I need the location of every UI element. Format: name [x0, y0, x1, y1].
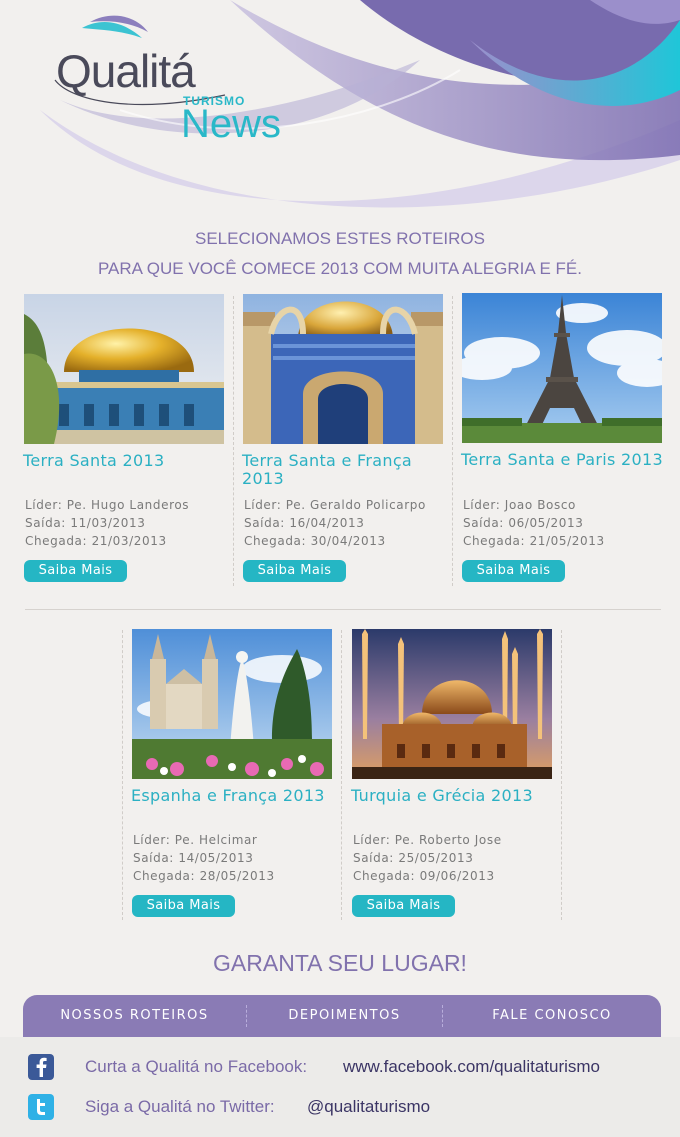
- wave-decoration: [40, 0, 680, 208]
- trip-card: Espanha e França 2013 Líder: Pe. Helcima…: [131, 629, 342, 917]
- call-to-action: GARANTA SEU LUGAR!: [213, 950, 467, 976]
- footer: [0, 1037, 680, 1137]
- trip-leader: Líder: Pe. Geraldo Policarpo: [244, 498, 426, 512]
- eiffel-tower-photo[interactable]: [462, 293, 662, 443]
- trip-departure: Saída: 16/04/2013: [244, 516, 365, 530]
- intro-line-1: SELECIONAMOS ESTES ROTEIROS: [194, 229, 485, 248]
- trip-leader: Líder: Pe. Helcimar: [133, 833, 258, 847]
- saiba-mais-button[interactable]: Saiba Mais: [462, 560, 565, 582]
- dome-arches-photo[interactable]: [243, 294, 443, 444]
- trip-leader: Líder: Joao Bosco: [463, 498, 576, 512]
- saiba-mais-button[interactable]: Saiba Mais: [24, 560, 127, 582]
- newsletter-title: News: [181, 102, 282, 146]
- trip-departure: Saída: 11/03/2013: [25, 516, 146, 530]
- header-banner: Qualitá TURISMO News: [0, 0, 680, 215]
- trip-arrival: Chegada: 09/06/2013: [353, 869, 495, 883]
- facebook-icon[interactable]: [28, 1054, 54, 1080]
- card-divider: [122, 630, 123, 920]
- trip-card: Terra Santa 2013 Líder: Pe. Hugo Landero…: [23, 294, 234, 582]
- trip-leader: Líder: Pe. Roberto Jose: [353, 833, 502, 847]
- trip-departure: Saída: 06/05/2013: [463, 516, 584, 530]
- facebook-label: Curta a Qualitá no Facebook:: [85, 1057, 308, 1076]
- saiba-mais-button[interactable]: Saiba Mais: [352, 895, 455, 917]
- intro-line-2: PARA QUE VOCÊ COMECE 2013 COM MUITA ALEG…: [97, 259, 582, 278]
- trip-title: Terra Santa e Paris 2013: [461, 450, 663, 469]
- twitter-label: Siga a Qualitá no Twitter:: [85, 1097, 275, 1116]
- brand-logo-name: Qualitá: [56, 45, 196, 97]
- facebook-row: Curta a Qualitá no Facebook: www.faceboo…: [28, 1054, 668, 1080]
- twitter-icon[interactable]: [28, 1094, 54, 1120]
- medjugorje-church-photo[interactable]: [132, 629, 332, 779]
- dome-of-the-rock-photo[interactable]: [24, 294, 224, 444]
- trip-title: Terra Santa e França 2013: [242, 451, 413, 488]
- nav-link-contato[interactable]: FALE CONOSCO: [443, 995, 661, 1037]
- facebook-link[interactable]: www.facebook.com/qualitaturismo: [343, 1057, 600, 1077]
- nav-link-roteiros[interactable]: NOSSOS ROTEIROS: [23, 995, 246, 1037]
- trip-card: Terra Santa e França 2013 Líder: Pe. Ger…: [242, 294, 453, 582]
- blue-mosque-photo[interactable]: [352, 629, 552, 779]
- trip-arrival: Chegada: 28/05/2013: [133, 869, 275, 883]
- section-divider: [25, 609, 661, 610]
- trip-arrival: Chegada: 21/05/2013: [463, 534, 605, 548]
- trip-title: Espanha e França 2013: [131, 786, 325, 805]
- nav-bar: NOSSOS ROTEIROS DEPOIMENTOS FALE CONOSCO: [23, 995, 661, 1037]
- twitter-handle[interactable]: @qualitaturismo: [307, 1097, 430, 1117]
- trip-title: Turquia e Grécia 2013: [351, 786, 533, 805]
- trip-arrival: Chegada: 21/03/2013: [25, 534, 167, 548]
- saiba-mais-button[interactable]: Saiba Mais: [243, 560, 346, 582]
- logo-swoosh-icon: [82, 15, 148, 38]
- trip-card: Turquia e Grécia 2013 Líder: Pe. Roberto…: [351, 629, 562, 917]
- trip-arrival: Chegada: 30/04/2013: [244, 534, 386, 548]
- trip-departure: Saída: 25/05/2013: [353, 851, 474, 865]
- trip-title: Terra Santa 2013: [23, 451, 165, 470]
- trip-departure: Saída: 14/05/2013: [133, 851, 254, 865]
- saiba-mais-button[interactable]: Saiba Mais: [132, 895, 235, 917]
- nav-link-depoimentos[interactable]: DEPOIMENTOS: [247, 995, 442, 1037]
- twitter-row: Siga a Qualitá no Twitter: @qualitaturis…: [28, 1094, 668, 1120]
- trip-leader: Líder: Pe. Hugo Landeros: [25, 498, 190, 512]
- trip-card: Terra Santa e Paris 2013 Líder: Joao Bos…: [461, 293, 672, 582]
